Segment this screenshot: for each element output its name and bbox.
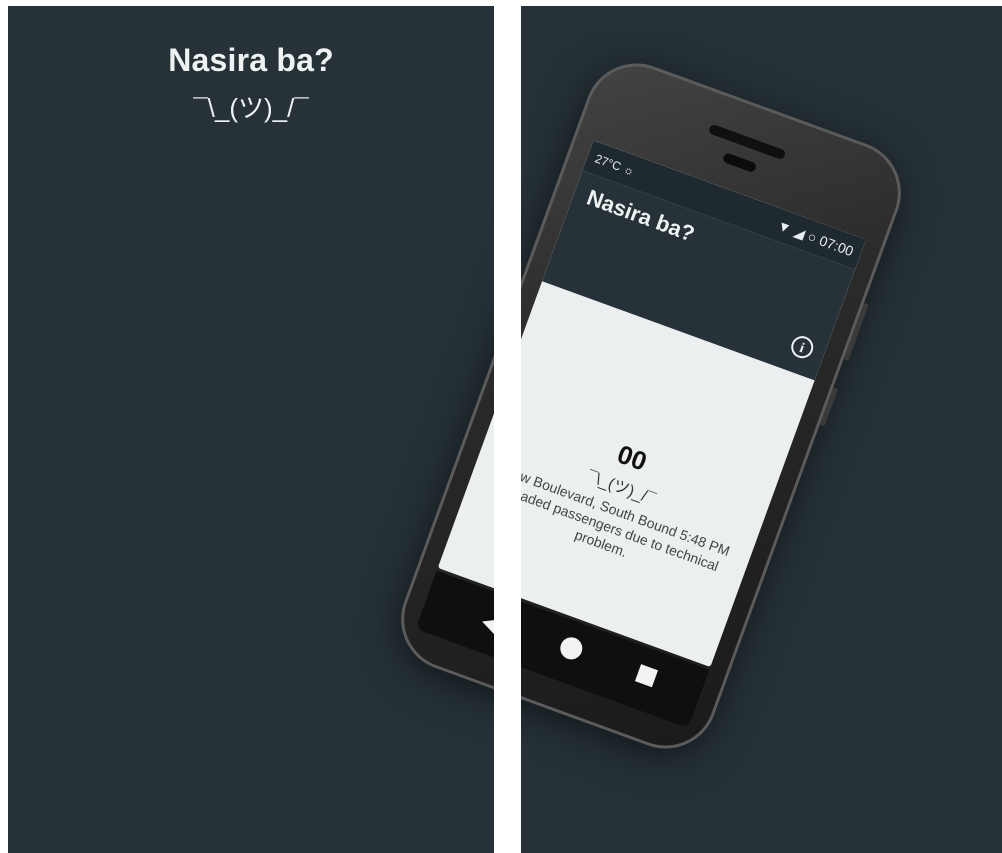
splash-title: Nasira ba? bbox=[168, 42, 334, 78]
info-icon[interactable]: i bbox=[788, 333, 817, 362]
phone: 27°C ☼ ▼ ◢ ○ 07:00 Nasira ba? i 00 ¯\_(ツ… bbox=[521, 48, 916, 764]
recent-apps-icon[interactable] bbox=[634, 664, 659, 688]
home-icon[interactable] bbox=[557, 634, 586, 663]
phone-left-part: ◀ bbox=[386, 48, 494, 764]
left-panel: Nasira ba? ¯\_(ツ)_/¯ ◀ bbox=[8, 6, 494, 853]
temperature: 27°C ☼ bbox=[593, 151, 637, 179]
clock: 07:00 bbox=[817, 232, 856, 260]
back-icon[interactable]: ◀ bbox=[478, 608, 494, 638]
phone-body bbox=[386, 48, 494, 764]
signal-icon: ◢ bbox=[791, 223, 808, 242]
sun-icon: ☼ bbox=[621, 161, 637, 179]
splash-shrug: ¯\_(ツ)_/¯ bbox=[193, 93, 309, 123]
right-panel: 27°C ☼ ▼ ◢ ○ 07:00 Nasira ba? i 00 ¯\_(ツ… bbox=[521, 6, 1002, 853]
wifi-icon: ▼ bbox=[775, 216, 794, 237]
battery-icon: ○ bbox=[805, 228, 820, 246]
status-content: 00 ¯\_(ツ)_/¯ Shaw Boulevard, South Bound… bbox=[521, 394, 774, 601]
